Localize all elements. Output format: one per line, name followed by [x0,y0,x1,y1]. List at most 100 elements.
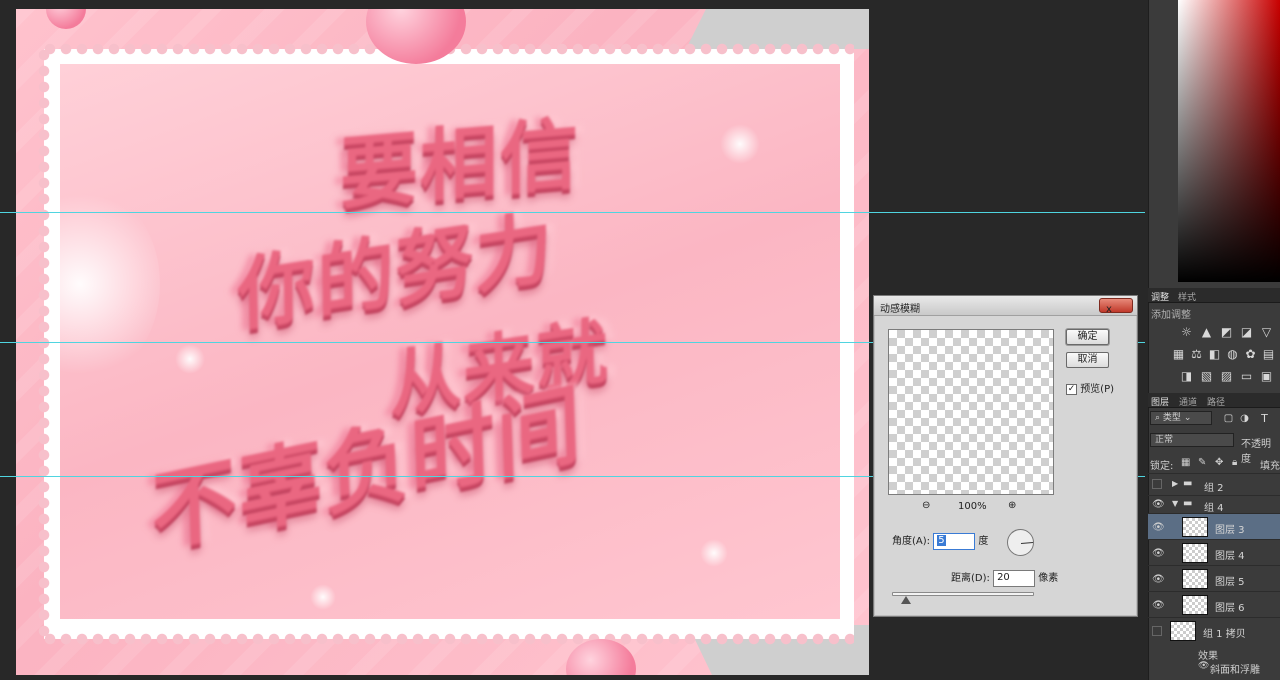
eye-icon[interactable]: 👁︎ [1152,499,1165,510]
poster-line-4: 不辜负时间 [150,372,585,566]
dialog-titlebar[interactable]: 动感模糊 x [874,296,1137,316]
layers-tabbar: 图层 通道 路径 [1148,393,1280,408]
color-balance-icon[interactable]: ⚖ [1190,348,1203,361]
visibility-toggle-empty[interactable] [1152,626,1162,636]
layer-row[interactable]: 👁︎ 图层 4 [1148,539,1280,565]
black-white-icon[interactable]: ◧ [1208,348,1221,361]
zoom-out-icon[interactable]: ⊖ [922,500,930,511]
layer-thumbnail [1182,595,1208,615]
layer-name: 组 2 [1204,483,1224,494]
angle-unit: 度 [978,536,989,547]
eye-icon[interactable]: 👁︎ [1152,600,1165,611]
layer-row[interactable]: 组 1 拷贝 [1148,617,1280,643]
lock-label: 锁定: [1150,461,1174,472]
layer-name: 图层 5 [1215,577,1245,588]
lock-all-icon[interactable]: 🔒︎ [1232,457,1237,468]
cancel-button[interactable]: 取消 [1066,352,1109,368]
eye-icon[interactable]: 👁︎ [1152,548,1165,559]
chevron-right-icon[interactable]: ▶ [1172,479,1178,488]
effect-item-row[interactable]: 👁︎ 斜面和浮雕 [1148,660,1280,678]
layer-name: 图层 6 [1215,603,1245,614]
filter-preview[interactable] [888,329,1054,495]
tab-channels[interactable]: 通道 [1179,395,1197,408]
layer-thumbnail [1182,543,1208,563]
tab-styles[interactable]: 样式 [1178,290,1196,303]
lock-transparency-icon[interactable]: ▦ [1181,457,1190,468]
effect-item-name: 斜面和浮雕 [1210,665,1260,676]
layer-group-row[interactable]: 👁︎ ▼ ▬ 组 4 [1148,495,1280,514]
visibility-toggle-empty[interactable] [1152,479,1162,489]
layer-filter-kind[interactable]: ⌕ 类型 ⌄ [1150,411,1212,425]
filter-kind-value: 类型 [1162,413,1181,423]
fill-label: 填充 [1260,461,1280,472]
posterize-icon[interactable]: ▧ [1200,370,1213,383]
layer-thumbnail [1182,517,1208,537]
exposure-icon[interactable]: ◪ [1240,326,1253,339]
curves-icon[interactable]: ◩ [1220,326,1233,339]
filter-image-icon[interactable]: ▢ [1222,412,1235,425]
folder-icon: ▬ [1183,478,1193,489]
zoom-controls: ⊖ 100% ⊕ [888,500,1054,516]
stamp-perforation-bottom [44,633,854,645]
preview-checkbox[interactable]: ✓ [1066,383,1077,395]
filter-type-icon[interactable]: T [1258,412,1271,425]
color-lookup-icon[interactable]: ▤ [1262,348,1275,361]
preview-label: 预览(P) [1080,384,1115,395]
zoom-in-icon[interactable]: ⊕ [1008,500,1016,511]
chevron-down-icon[interactable]: ▼ [1172,499,1178,508]
opacity-label: 不透明度 [1241,439,1271,465]
brightness-icon[interactable]: ☼ [1180,326,1193,339]
blend-mode-value: 正常 [1155,435,1174,445]
light-sparkle [310,584,336,610]
blend-mode-select[interactable]: 正常 [1150,433,1234,447]
hue-saturation-icon[interactable]: ▦ [1172,348,1185,361]
angle-value: 5 [937,534,946,546]
tab-layers[interactable]: 图层 [1151,395,1169,408]
guide-line[interactable] [0,212,1145,213]
lock-move-icon[interactable]: ✥ [1215,457,1223,468]
ok-button[interactable]: 确定 [1066,329,1109,345]
channel-mixer-icon[interactable]: ✿ [1244,348,1257,361]
layer-thumbnail [1182,569,1208,589]
selective-color-icon[interactable]: ▣ [1260,370,1273,383]
light-sparkle [175,344,205,374]
preview-checkbox-row[interactable]: ✓ 预览(P) [1066,380,1114,395]
distance-label: 距离(D): [951,573,990,584]
layer-name: 组 4 [1204,503,1224,514]
angle-label: 角度(A): [892,536,931,547]
distance-input[interactable]: 20 [993,569,1036,587]
light-sparkle [720,124,760,164]
tab-adjustments[interactable]: 调整 [1151,290,1169,303]
adjustments-tabbar: 调整 样式 [1148,288,1280,303]
tab-paths[interactable]: 路径 [1207,395,1225,408]
eye-icon[interactable]: 👁︎ [1198,661,1209,671]
layer-row[interactable]: 👁︎ 图层 3 [1148,513,1280,539]
invert-icon[interactable]: ◨ [1180,370,1193,383]
angle-dial[interactable] [1007,529,1034,556]
layer-row[interactable]: 👁︎ 图层 5 [1148,565,1280,591]
filter-adjustment-icon[interactable]: ◑ [1238,412,1251,425]
angle-input[interactable]: 5 [933,532,976,550]
distance-slider-thumb[interactable] [901,596,912,604]
distance-unit: 像素 [1038,573,1059,584]
motion-blur-dialog: 动感模糊 x ⊖ 100% ⊕ 确定 取消 ✓ 预览(P) 角度(A): 5 度… [873,295,1138,617]
distance-row: 距离(D): 20 像素 [951,569,1058,587]
photo-filter-icon[interactable]: ◍ [1226,348,1239,361]
eye-icon[interactable]: 👁︎ [1152,522,1165,533]
lock-paint-icon[interactable]: ✎ [1198,457,1206,468]
gradient-map-icon[interactable]: ▭ [1240,370,1253,383]
distance-slider-track[interactable] [892,592,1034,596]
zoom-percent: 100% [958,501,987,512]
layer-group-row[interactable]: ▶ ▬ 组 2 [1148,473,1280,495]
levels-icon[interactable]: ▲ [1200,326,1213,339]
dialog-title: 动感模糊 [880,304,920,315]
close-button[interactable]: x [1099,298,1133,315]
search-icon: ⌕ [1155,413,1161,423]
layer-row[interactable]: 👁︎ 图层 6 [1148,591,1280,617]
color-picker-field[interactable] [1178,0,1280,282]
light-sparkle [700,539,728,567]
folder-icon: ▬ [1183,498,1193,509]
threshold-icon[interactable]: ▨ [1220,370,1233,383]
vibrance-icon[interactable]: ▽ [1260,326,1273,339]
eye-icon[interactable]: 👁︎ [1152,574,1165,585]
